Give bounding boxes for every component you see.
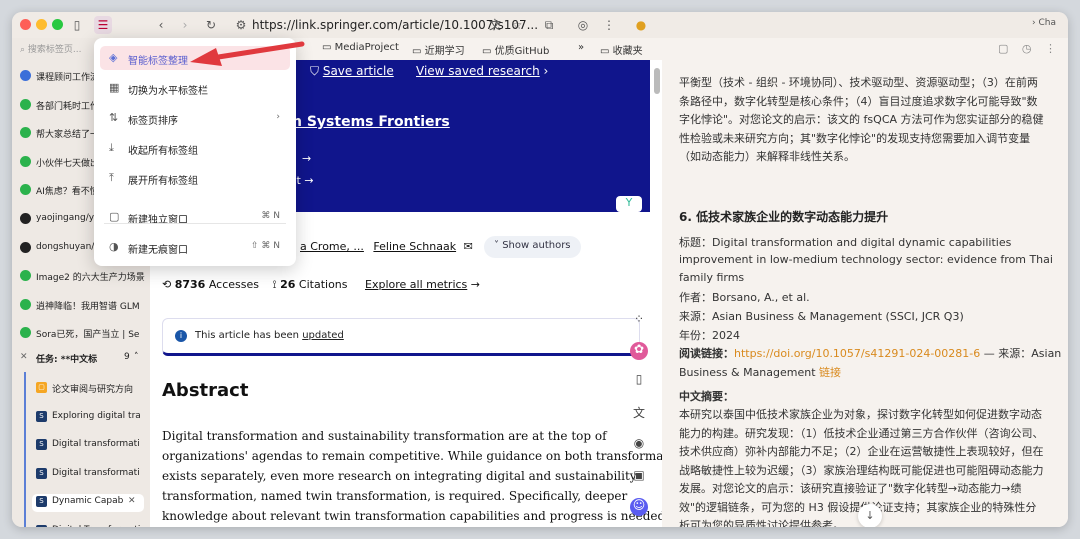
arrow-head [190, 48, 222, 66]
annotation-arrow [190, 41, 305, 66]
arrow-shaft [209, 41, 305, 61]
